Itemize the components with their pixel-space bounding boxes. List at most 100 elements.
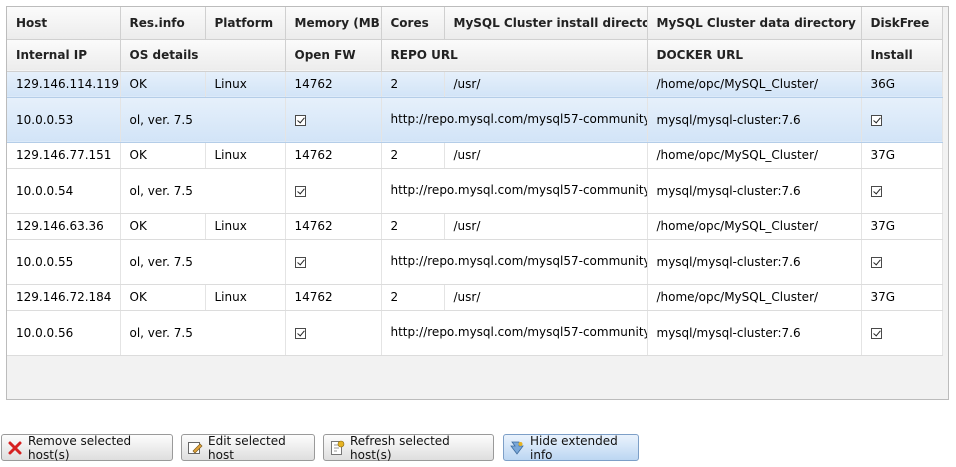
- open-fw-checkbox[interactable]: [294, 256, 306, 268]
- install-checkbox[interactable]: [870, 327, 882, 339]
- docker-url-cell: mysql/mysql-cluster:7.6: [647, 97, 862, 143]
- install-cell: [861, 310, 943, 356]
- resinfo-cell: OK: [120, 284, 206, 311]
- refresh-host-button[interactable]: Refresh selected host(s): [323, 433, 494, 462]
- diskfree-cell: 37G: [861, 142, 943, 169]
- hosts-grid: Host Res.info Platform Memory (MB) Cores…: [6, 6, 949, 400]
- memory-cell: 14762: [285, 284, 382, 311]
- install-cell: [861, 239, 943, 285]
- os-details-cell: ol, ver. 7.5: [120, 310, 286, 356]
- resinfo-cell: OK: [120, 213, 206, 240]
- col-header-open-fw[interactable]: Open FW: [285, 39, 382, 72]
- open-fw-checkbox[interactable]: [294, 327, 306, 339]
- data-dir-cell: /home/opc/MySQL_Cluster/: [647, 284, 862, 311]
- host-extended-row[interactable]: 10.0.0.53 ol, ver. 7.5 http://repo.mysql.c…: [7, 97, 943, 143]
- host-extended-row[interactable]: 10.0.0.54 ol, ver. 7.5 http://repo.mysql.c…: [7, 168, 943, 214]
- col-header-diskfree[interactable]: DiskFree: [861, 7, 943, 40]
- host-extended-row[interactable]: 10.0.0.56 ol, ver. 7.5 http://repo.mysql.c…: [7, 310, 943, 356]
- diskfree-cell: 36G: [861, 70, 943, 98]
- install-checkbox[interactable]: [870, 114, 882, 126]
- header-row: Host Res.info Platform Memory (MB) Cores…: [7, 7, 943, 40]
- docker-url-cell: mysql/mysql-cluster:7.6: [647, 168, 862, 214]
- refresh-host-label: Refresh selected host(s): [350, 433, 450, 462]
- refresh-icon: [329, 440, 345, 456]
- host-row[interactable]: 129.146.72.184 OK Linux 14762 2/usr//home/op…: [7, 284, 943, 311]
- docker-url-cell: mysql/mysql-cluster:7.6: [647, 239, 862, 285]
- hide-info-icon: [509, 440, 525, 456]
- repo-url-cell: http://repo.mysql.com/mysql57-community-…: [381, 239, 648, 285]
- data-dir-cell: /home/opc/MySQL_Cluster/: [647, 213, 862, 240]
- internal-ip-cell: 10.0.0.54: [7, 168, 121, 214]
- internal-ip-cell: 10.0.0.56: [7, 310, 121, 356]
- internal-ip-cell: 10.0.0.53: [7, 97, 121, 143]
- edit-host-label: Edit selected host: [208, 433, 286, 462]
- col-header-cores[interactable]: Cores: [381, 7, 445, 40]
- install-checkbox[interactable]: [870, 185, 882, 197]
- diskfree-cell: 37G: [861, 213, 943, 240]
- install-cell: [861, 97, 943, 143]
- open-fw-cell: [285, 168, 382, 214]
- host-cell: 129.146.63.36: [7, 213, 121, 240]
- platform-cell: Linux: [205, 70, 286, 98]
- remove-host-button[interactable]: Remove selected host(s): [1, 433, 173, 462]
- col-header-memory[interactable]: Memory (MB): [285, 7, 382, 40]
- install-dir-cell: /usr/: [444, 284, 648, 311]
- remove-host-label: Remove selected host(s): [28, 433, 132, 462]
- hide-extended-info-button[interactable]: Hide extended info: [503, 433, 639, 462]
- host-row[interactable]: 129.146.77.151 OK Linux 14762 2/usr//home/op…: [7, 142, 943, 169]
- host-cell: 129.146.114.119: [7, 70, 121, 98]
- cores-cell: 2: [381, 142, 445, 169]
- resinfo-cell: OK: [120, 142, 206, 169]
- cores-cell: 2: [381, 70, 445, 98]
- cores-cell: 2: [381, 213, 445, 240]
- col-header-resinfo[interactable]: Res.info: [120, 7, 206, 40]
- install-dir-cell: /usr/: [444, 70, 648, 98]
- col-header-install-dir[interactable]: MySQL Cluster install directory: [444, 7, 648, 40]
- cores-cell: 2: [381, 284, 445, 311]
- docker-url-cell: mysql/mysql-cluster:7.6: [647, 310, 862, 356]
- col-header-host[interactable]: Host: [7, 7, 121, 40]
- platform-cell: Linux: [205, 284, 286, 311]
- edit-icon: [187, 440, 203, 456]
- internal-ip-cell: 10.0.0.55: [7, 239, 121, 285]
- data-dir-cell: /home/opc/MySQL_Cluster/: [647, 142, 862, 169]
- os-details-cell: ol, ver. 7.5: [120, 168, 286, 214]
- memory-cell: 14762: [285, 142, 382, 169]
- resinfo-cell: OK: [120, 70, 206, 98]
- memory-cell: 14762: [285, 70, 382, 98]
- hide-extended-info-label: Hide extended info: [530, 433, 618, 462]
- repo-url-cell: http://repo.mysql.com/mysql57-community-…: [381, 97, 648, 143]
- col-header-os-details[interactable]: OS details: [120, 39, 286, 72]
- install-dir-cell: /usr/: [444, 142, 648, 169]
- red-x-icon: [7, 440, 23, 456]
- hosts-table: Host Res.info Platform Memory (MB) Cores…: [7, 7, 943, 356]
- col-header-repo-url[interactable]: REPO URL: [381, 39, 648, 72]
- diskfree-cell: 37G: [861, 284, 943, 311]
- os-details-cell: ol, ver. 7.5: [120, 97, 286, 143]
- platform-cell: Linux: [205, 142, 286, 169]
- col-header-install[interactable]: Install: [861, 39, 943, 72]
- host-cell: 129.146.72.184: [7, 284, 121, 311]
- edit-host-button[interactable]: Edit selected host: [181, 433, 315, 462]
- open-fw-cell: [285, 97, 382, 143]
- data-dir-cell: /home/opc/MySQL_Cluster/: [647, 70, 862, 98]
- open-fw-cell: [285, 310, 382, 356]
- install-checkbox[interactable]: [870, 256, 882, 268]
- host-row[interactable]: 129.146.63.36 OK Linux 14762 2/usr//home/opc…: [7, 213, 943, 240]
- col-header-internal-ip[interactable]: Internal IP: [7, 39, 121, 72]
- os-details-cell: ol, ver. 7.5: [120, 239, 286, 285]
- col-header-docker-url[interactable]: DOCKER URL: [647, 39, 862, 72]
- memory-cell: 14762: [285, 213, 382, 240]
- extended-header-row: Internal IP OS details Open FW REPO URL …: [7, 39, 943, 72]
- open-fw-checkbox[interactable]: [294, 185, 306, 197]
- repo-url-cell: http://repo.mysql.com/mysql57-community-…: [381, 310, 648, 356]
- install-cell: [861, 168, 943, 214]
- host-extended-row[interactable]: 10.0.0.55 ol, ver. 7.5 http://repo.mysql.c…: [7, 239, 943, 285]
- open-fw-cell: [285, 239, 382, 285]
- col-header-platform[interactable]: Platform: [205, 7, 286, 40]
- platform-cell: Linux: [205, 213, 286, 240]
- repo-url-cell: http://repo.mysql.com/mysql57-community-…: [381, 168, 648, 214]
- host-row[interactable]: 129.146.114.119 OK Linux 14762 2/usr//home/o…: [7, 70, 943, 98]
- col-header-data-dir[interactable]: MySQL Cluster data directory: [647, 7, 862, 40]
- open-fw-checkbox[interactable]: [294, 114, 306, 126]
